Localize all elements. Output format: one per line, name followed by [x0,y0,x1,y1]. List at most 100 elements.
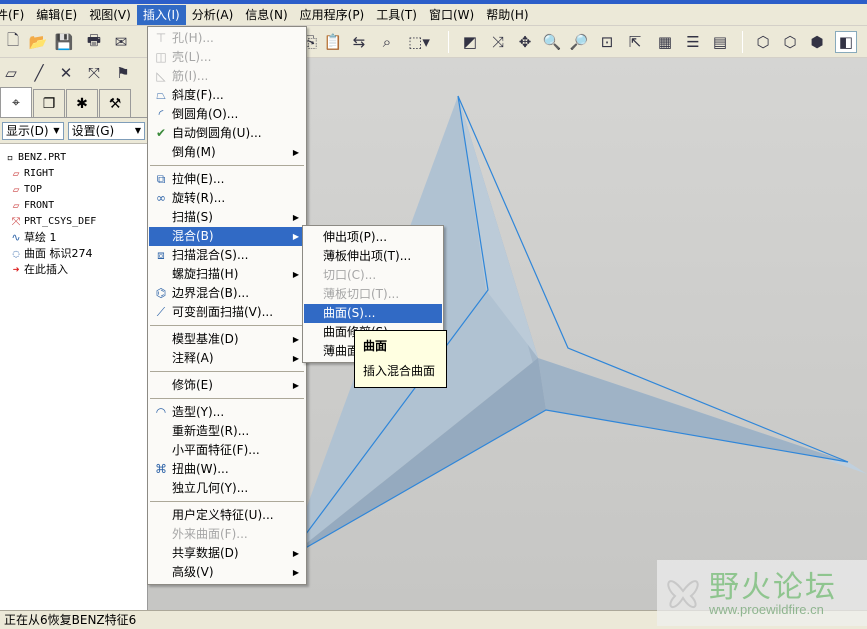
menu-insert[interactable]: 插入(I) [136,4,186,25]
selection-box-icon[interactable]: ⬚▾ [404,31,434,53]
menu-item-blend[interactable]: 混合(B) ▶ [149,227,305,246]
menu-item-swept-blend[interactable]: ⧈ 扫描混合(S)... [149,246,305,265]
surface-icon: ◌ [12,247,20,260]
tree-item-label: 草绘 1 [24,231,57,244]
menu-item-round[interactable]: ◜ 倒圆角(O)... [149,105,305,124]
submenu-arrow-icon: ▶ [292,232,299,241]
menu-applications[interactable]: 应用程序(P) [294,5,371,25]
menu-item-label: 切口(C)... [323,268,377,282]
menu-analysis[interactable]: 分析(A) [186,5,240,25]
tree-item-insert-here[interactable]: ➜ 在此插入 [2,262,147,278]
tree-item-sketch[interactable]: ∿ 草绘 1 [2,230,147,246]
menu-item-udf[interactable]: 用户定义特征(U)... [149,506,305,525]
find-binoculars-icon[interactable]: ⌕ [376,31,398,53]
menu-item-label: 薄板切口(T)... [323,287,400,301]
paste-icon[interactable]: 📋 [322,31,344,53]
menu-item-chamfer[interactable]: 倒角(M) ▶ [149,143,305,162]
tree-item-label: FRONT [24,200,55,211]
menu-item-foreign-surface[interactable]: 外来曲面(F)... [149,525,305,544]
menu-item-hole[interactable]: ⊤ 孔(H)... [149,29,305,48]
datum-axis-display-icon[interactable]: ╱ [28,62,50,84]
menu-item-restyle[interactable]: 重新造型(R)... [149,422,305,441]
menu-item-shared-data[interactable]: 共享数据(D) ▶ [149,544,305,563]
show-dropdown[interactable]: 显示(D) ▼ [2,121,64,140]
tree-item-right[interactable]: ▱ RIGHT [2,166,147,182]
layers-icon[interactable]: ☰ [682,31,704,53]
model-tree-tab-icon[interactable]: ⌖ [0,87,32,117]
menu-item-model-datum[interactable]: 模型基准(D) ▶ [149,330,305,349]
menu-item-sweep[interactable]: 扫描(S) ▶ [149,208,305,227]
menu-item-blend-thin-protrusion[interactable]: 薄板伸出项(T)... [304,247,442,266]
tree-item-label: BENZ.PRT [18,152,67,163]
settings-dropdown[interactable]: 设置(G) ▼ [67,121,145,140]
tree-item-csys[interactable]: ⤧ PRT_CSYS_DEF [2,214,147,230]
menu-item-revolve[interactable]: ∞ 旋转(R)... [149,189,305,208]
menu-item-var-sec-sweep[interactable]: ⟋ 可变剖面扫描(V)... [149,303,305,322]
datum-point-display-icon[interactable]: ✕ [55,62,77,84]
tree-item-surface[interactable]: ◌ 曲面 标识274 [2,246,147,262]
menu-item-warp[interactable]: ⌘ 扭曲(W)... [149,460,305,479]
menu-item-annotation[interactable]: 注释(A) ▶ [149,349,305,368]
csys-display-icon[interactable]: ⤧ [83,62,105,84]
menu-item-boundary-blend[interactable]: ⌬ 边界混合(B)... [149,284,305,303]
menu-view[interactable]: 视图(V) [83,5,137,25]
round-icon: ◜ [158,107,164,121]
menu-item-label: 拉伸(E)... [172,172,225,186]
datum-plane-display-icon[interactable]: ▱ [0,62,22,84]
menu-separator [150,501,304,502]
tree-item-root[interactable]: ▫ BENZ.PRT [2,150,147,166]
submenu-arrow-icon: ▶ [292,549,299,558]
menu-separator [150,325,304,326]
orient-mode-icon[interactable]: ✥ [514,31,536,53]
menu-tools[interactable]: 工具(T) [370,5,423,25]
menu-item-label: 孔(H)... [172,31,214,45]
menu-help[interactable]: 帮助(H) [480,5,534,25]
warp-icon: ⌘ [155,462,167,476]
menu-item-style[interactable]: ◠ 造型(Y)... [149,403,305,422]
menu-file[interactable]: 件(F) [0,5,30,25]
regenerate-icon[interactable]: ⇆ [348,31,370,53]
menu-item-blend-thin-cut[interactable]: 薄板切口(T)... [304,285,442,304]
save-icon[interactable]: 💾 [53,31,75,53]
connections-tab-icon[interactable]: ⚒ [99,89,131,117]
menu-item-blend-cut[interactable]: 切口(C)... [304,266,442,285]
wireframe-icon[interactable]: ⬡ [752,31,774,53]
shading-icon[interactable]: ◧ [835,31,857,53]
hidden-line-icon[interactable]: ⬡ [779,31,801,53]
menu-item-label: 薄板伸出项(T)... [323,249,412,263]
menu-item-draft[interactable]: ⏢ 斜度(F)... [149,86,305,105]
menu-item-shell[interactable]: ◫ 壳(L)... [149,48,305,67]
reorient-icon[interactable]: ⇱ [624,31,646,53]
view-manager-icon[interactable]: ▤ [709,31,731,53]
menu-item-helical-sweep[interactable]: 螺旋扫描(H) ▶ [149,265,305,284]
print-icon[interactable]: 🖶 [83,31,105,53]
email-icon[interactable]: ✉ [110,31,132,53]
favorites-tab-icon[interactable]: ✱ [66,89,98,117]
menu-window[interactable]: 窗口(W) [423,5,480,25]
no-hidden-icon[interactable]: ⬢ [806,31,828,53]
menu-item-cosmetic[interactable]: 修饰(E) ▶ [149,376,305,395]
menu-info[interactable]: 信息(N) [239,5,293,25]
show-dropdown-label: 显示(D) [6,124,49,138]
menu-item-extrude[interactable]: ⧉ 拉伸(E)... [149,170,305,189]
menu-edit[interactable]: 编辑(E) [30,5,83,25]
new-file-icon[interactable]: 🗋 [2,31,24,53]
zoom-in-icon[interactable]: 🔍 [541,31,563,53]
menu-item-blend-surface[interactable]: 曲面(S)... [304,304,442,323]
menu-item-advanced[interactable]: 高级(V) ▶ [149,563,305,582]
zoom-out-icon[interactable]: 🔎 [568,31,590,53]
spin-center-icon[interactable]: ⤨ [487,31,509,53]
refit-icon[interactable]: ⊡ [596,31,618,53]
menu-item-blend-protrusion[interactable]: 伸出项(P)... [304,228,442,247]
saved-views-icon[interactable]: ▦ [654,31,676,53]
tree-item-top[interactable]: ▱ TOP [2,182,147,198]
folder-browser-tab-icon[interactable]: ❐ [33,89,65,117]
tree-item-front[interactable]: ▱ FRONT [2,198,147,214]
repaint-icon[interactable]: ◩ [459,31,481,53]
menu-item-auto-round[interactable]: ✔ 自动倒圆角(U)... [149,124,305,143]
menu-item-independent-geometry[interactable]: 独立几何(Y)... [149,479,305,498]
open-folder-icon[interactable]: 📂 [27,31,49,53]
menu-item-rib[interactable]: ◺ 筋(I)... [149,67,305,86]
annotation-display-icon[interactable]: ⚑ [112,62,134,84]
menu-item-flat-feature[interactable]: 小平面特征(F)... [149,441,305,460]
